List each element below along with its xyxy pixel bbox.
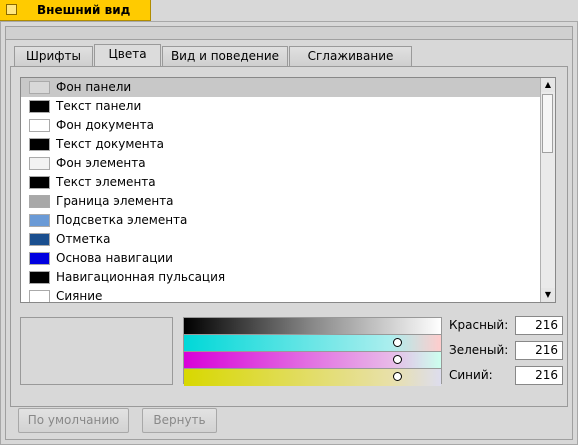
appearance-window: Шрифты Цвета Вид и поведение Сглаживание… bbox=[0, 21, 578, 445]
color-attribute-list[interactable]: Фон панели Текст панели Фон документа Текст… bbox=[20, 77, 556, 303]
color-list-item[interactable]: Фон документа bbox=[21, 116, 555, 135]
list-items: Фон панели Текст панели Фон документа Текст… bbox=[21, 78, 555, 303]
tab-colors[interactable]: Цвета bbox=[94, 44, 161, 67]
color-list-item[interactable]: Граница элемента bbox=[21, 192, 555, 211]
color-channel-sliders bbox=[183, 317, 442, 386]
window-content: Шрифты Цвета Вид и поведение Сглаживание… bbox=[5, 26, 573, 440]
color-preview-swatch bbox=[20, 317, 173, 385]
color-swatch bbox=[29, 119, 50, 132]
color-list-item-label: Текст документа bbox=[56, 137, 164, 151]
tab-fonts[interactable]: Шрифты bbox=[14, 46, 93, 66]
color-list-item[interactable]: Отметка bbox=[21, 230, 555, 249]
color-swatch bbox=[29, 157, 50, 170]
color-swatch bbox=[29, 138, 50, 151]
color-swatch bbox=[29, 81, 50, 94]
color-swatch bbox=[29, 290, 50, 302]
color-list-item-label: Сияние bbox=[56, 289, 103, 303]
color-swatch bbox=[29, 252, 50, 265]
window-icon bbox=[6, 4, 17, 15]
color-list-item-label: Навигационная пульсация bbox=[56, 270, 226, 284]
color-swatch bbox=[29, 195, 50, 208]
color-swatch bbox=[29, 233, 50, 246]
blue-slider-knob[interactable] bbox=[393, 372, 402, 381]
color-list-item[interactable]: Фон элемента bbox=[21, 154, 555, 173]
green-value-field[interactable]: 216 bbox=[515, 341, 563, 360]
color-list-item[interactable]: Навигационная пульсация bbox=[21, 268, 555, 287]
color-list-item-label: Фон панели bbox=[56, 80, 132, 94]
window-title-tab[interactable]: Внешний вид bbox=[0, 0, 151, 21]
tab-look-and-feel[interactable]: Вид и поведение bbox=[162, 46, 288, 66]
window-title: Внешний вид bbox=[37, 3, 131, 17]
color-list-item[interactable]: Подсветка элемента bbox=[21, 211, 555, 230]
scrollbar-thumb[interactable] bbox=[542, 94, 553, 153]
blue-value-field[interactable]: 216 bbox=[515, 366, 563, 385]
tab-antialiasing[interactable]: Сглаживание bbox=[289, 46, 412, 66]
list-scrollbar[interactable]: ▲ ▼ bbox=[540, 78, 555, 302]
scroll-up-arrow-icon[interactable]: ▲ bbox=[541, 78, 555, 92]
brightness-gradient bbox=[184, 318, 441, 335]
color-list-item-label: Основа навигации bbox=[56, 251, 173, 265]
defaults-button[interactable]: По умолчанию bbox=[18, 408, 129, 433]
green-label: Зеленый: bbox=[449, 343, 509, 357]
green-slider[interactable] bbox=[184, 352, 441, 369]
color-list-item-label: Текст панели bbox=[56, 99, 142, 113]
color-list-item[interactable]: Фон панели bbox=[21, 78, 555, 97]
color-swatch bbox=[29, 176, 50, 189]
color-swatch bbox=[29, 271, 50, 284]
window-top-bar bbox=[6, 27, 572, 40]
scroll-down-arrow-icon[interactable]: ▼ bbox=[541, 288, 555, 302]
revert-button[interactable]: Вернуть bbox=[142, 408, 217, 433]
color-swatch bbox=[29, 214, 50, 227]
color-list-item-label: Фон элемента bbox=[56, 156, 146, 170]
green-slider-knob[interactable] bbox=[393, 355, 402, 364]
color-list-item-label: Отметка bbox=[56, 232, 111, 246]
color-list-item[interactable]: Основа навигации bbox=[21, 249, 555, 268]
red-value-field[interactable]: 216 bbox=[515, 316, 563, 335]
blue-label: Синий: bbox=[449, 368, 493, 382]
color-list-item-label: Граница элемента bbox=[56, 194, 174, 208]
color-list-item[interactable]: Текст документа bbox=[21, 135, 555, 154]
red-slider-knob[interactable] bbox=[393, 338, 402, 347]
color-list-item[interactable]: Сияние bbox=[21, 287, 555, 303]
blue-slider[interactable] bbox=[184, 369, 441, 386]
red-slider[interactable] bbox=[184, 335, 441, 352]
color-list-item[interactable]: Текст панели bbox=[21, 97, 555, 116]
color-list-item-label: Текст элемента bbox=[56, 175, 156, 189]
color-list-item-label: Подсветка элемента bbox=[56, 213, 188, 227]
red-label: Красный: bbox=[449, 318, 509, 332]
color-swatch bbox=[29, 100, 50, 113]
colors-panel: Фон панели Текст панели Фон документа Текст… bbox=[10, 66, 568, 407]
color-list-item-label: Фон документа bbox=[56, 118, 154, 132]
color-list-item[interactable]: Текст элемента bbox=[21, 173, 555, 192]
